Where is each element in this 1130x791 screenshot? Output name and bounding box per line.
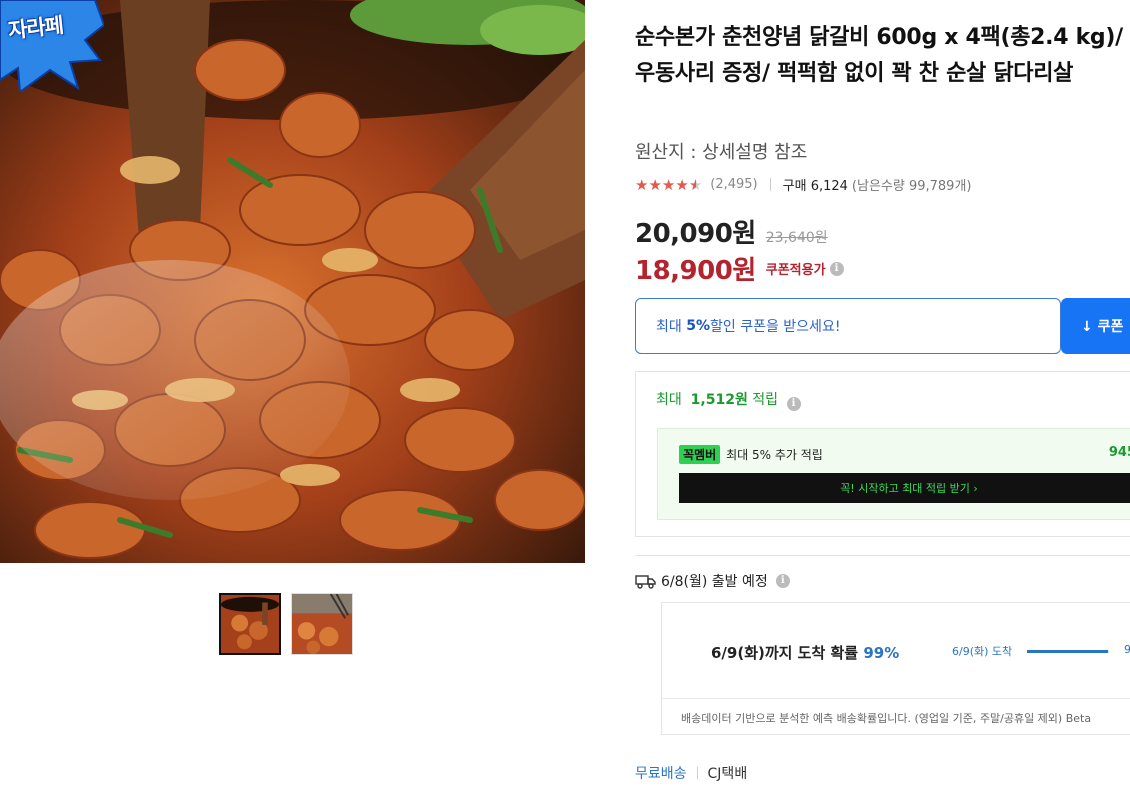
- delivery-estimate: 6/9(화)까지 도착 확률 99% 6/9(화) 도착 9: [662, 603, 1130, 699]
- arrive-prefix: 6/9(화)까지 도착 확률: [711, 644, 864, 662]
- points-box: 최대 1,512원 적립 i 꼭멤버 최대 5% 추가 적립 945 꼭! 시작…: [635, 371, 1130, 537]
- coupon-price-row: 18,900원 쿠폰적용가 i: [635, 250, 844, 287]
- arrival-bar: [1027, 650, 1109, 653]
- remaining-stock: (남은수량 99,789개): [851, 179, 972, 194]
- thumbnail-1-image: [221, 595, 279, 653]
- star-icon: ★: [648, 175, 662, 194]
- thumbnail-2[interactable]: [291, 593, 353, 655]
- coupon-prefix: 최대: [656, 319, 682, 335]
- info-icon[interactable]: i: [786, 397, 801, 411]
- member-box: 꼭멤버 최대 5% 추가 적립 945 꼭! 시작하고 최대 적립 받기 ›: [657, 428, 1130, 520]
- points-prefix: 최대: [656, 392, 687, 408]
- product-main-image: 자라페: [0, 0, 585, 563]
- section-divider: [635, 555, 1130, 556]
- star-icon: ★: [675, 175, 689, 194]
- coupon-percent: 5%: [686, 318, 710, 334]
- divider: [696, 767, 698, 779]
- shipping-depart-row: 6/8(월) 출발 예정 i: [635, 571, 790, 591]
- member-text: 최대 5% 추가 적립: [726, 448, 823, 462]
- coupon-banner[interactable]: 최대 5% 할인 쿠폰을 받으세요!: [635, 298, 1061, 354]
- divider: [769, 178, 771, 191]
- badge-text: 자라페: [7, 13, 65, 43]
- member-join-button[interactable]: 꼭! 시작하고 최대 적립 받기 ›: [679, 473, 1130, 503]
- truck-icon: [635, 575, 656, 589]
- bar-label: 6/9(화) 도착: [952, 645, 1013, 658]
- bar-pct: 9: [1124, 643, 1130, 656]
- sale-price: 20,090원: [635, 219, 756, 249]
- member-logo: 꼭멤버: [679, 445, 721, 464]
- star-icon: ★: [661, 175, 676, 194]
- rating-stars[interactable]: ★ ★ ★ ★ ★: [635, 176, 702, 194]
- points-amount: 1,512원: [690, 392, 748, 408]
- shipping-info-row: 무료배송 CJ택배: [635, 763, 747, 783]
- review-count[interactable]: (2,495): [710, 177, 757, 192]
- coupon-price: 18,900원: [635, 256, 756, 286]
- star-icon: ★: [635, 175, 649, 194]
- points-title: 최대 1,512원 적립 i: [656, 389, 801, 411]
- delivery-estimate-box: 6/9(화)까지 도착 확률 99% 6/9(화) 도착 9 배송데이터 기반으…: [661, 602, 1130, 735]
- member-amount: 945: [1108, 445, 1130, 460]
- member-row: 꼭멤버 최대 5% 추가 적립: [679, 445, 823, 464]
- thumbnail-2-image: [292, 594, 352, 654]
- coupon-download-button[interactable]: ↓ 쿠폰: [1061, 298, 1130, 354]
- half-star-icon: ★: [688, 175, 703, 194]
- origin-text: 원산지 : 상세설명 참조: [635, 142, 808, 163]
- coupon-price-label: 쿠폰적용가: [765, 263, 826, 278]
- coupon-suffix: 할인 쿠폰을 받으세요!: [710, 319, 841, 335]
- product-title: 순수본가 춘천양념 닭갈비 600g x 4팩(총2.4 kg)/ 우동사리 증…: [635, 25, 1123, 86]
- courier: CJ택배: [707, 766, 748, 782]
- points-suffix: 적립: [747, 392, 779, 408]
- depart-text: 6/8(월) 출발 예정: [661, 574, 768, 590]
- info-icon[interactable]: i: [829, 261, 844, 276]
- arrive-pct: 99%: [863, 644, 900, 662]
- original-price: 23,640원: [765, 230, 828, 246]
- thumbnail-list: [219, 593, 353, 655]
- free-shipping: 무료배송: [635, 766, 687, 782]
- arrival-bar-fill: [1027, 650, 1109, 653]
- thumbnail-1[interactable]: [219, 593, 281, 655]
- price-row: 20,090원 23,640원: [635, 213, 828, 250]
- delivery-note: 배송데이터 기반으로 분석한 예측 배송확률입니다. (영업일 기준, 주말/공…: [681, 712, 1092, 725]
- purchase-count: 구매 6,124: [782, 179, 848, 194]
- arrive-probability: 6/9(화)까지 도착 확률 99%: [711, 642, 899, 663]
- rating-row: ★ ★ ★ ★ ★ (2,495) 구매 6,124 (남은수량 99,789개…: [635, 175, 972, 195]
- info-icon[interactable]: i: [775, 574, 790, 588]
